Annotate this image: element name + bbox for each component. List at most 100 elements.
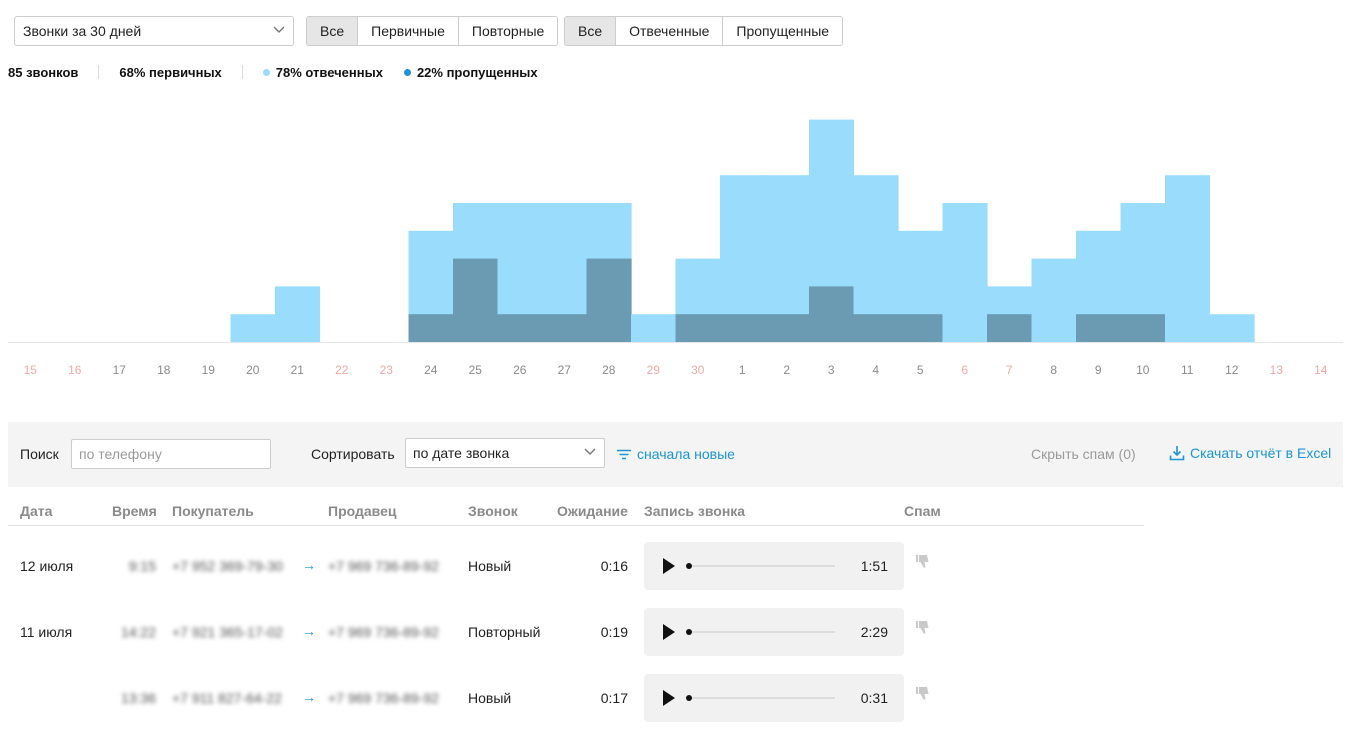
x-tick-11: 11 — [1181, 363, 1194, 377]
stats-divider — [241, 65, 243, 79]
row-time: 14:22 — [120, 624, 156, 640]
download-excel-link[interactable]: Скачать отчёт в Excel — [1169, 445, 1331, 461]
x-tick-10: 10 — [1136, 363, 1150, 377]
row-wait-time: 0:19 — [600, 624, 628, 640]
x-tick-4: 4 — [872, 363, 879, 377]
audio-progress-knob[interactable] — [686, 629, 692, 635]
x-tick-23: 23 — [380, 363, 394, 377]
thumbs-down-icon[interactable] — [916, 686, 932, 702]
audio-progress-track[interactable] — [688, 631, 835, 633]
x-tick-16: 16 — [68, 363, 82, 377]
bar-answered-20 — [230, 314, 276, 342]
thumbs-down-icon[interactable] — [916, 554, 932, 570]
x-tick-30: 30 — [691, 363, 705, 377]
audio-progress-knob[interactable] — [686, 563, 692, 569]
bar-missed-26 — [497, 314, 543, 342]
header-record: Запись звонка — [644, 503, 746, 519]
stat-total: 85 звонков — [8, 64, 79, 80]
bar-missed-24 — [408, 314, 454, 342]
x-tick-28: 28 — [602, 363, 616, 377]
filter-status-missed[interactable]: Пропущенные — [722, 17, 843, 45]
row-seller-phone: +7 969 736-89-92 — [328, 690, 439, 706]
filter-status-answered[interactable]: Отвеченные — [615, 17, 723, 45]
row-time: 13:36 — [120, 690, 156, 706]
stats-divider — [98, 65, 100, 79]
stats-summary: 85 звонков 68% первичных 78% отвеченных … — [8, 63, 538, 81]
audio-player: 1:51 — [644, 542, 904, 590]
x-tick-26: 26 — [513, 363, 527, 377]
play-icon[interactable] — [663, 624, 675, 640]
x-tick-22: 22 — [335, 363, 349, 377]
sort-order-toggle[interactable]: сначала новые — [617, 446, 735, 462]
x-tick-15: 15 — [24, 363, 38, 377]
row-date: 11 июля — [20, 624, 73, 640]
audio-duration: 2:29 — [860, 624, 888, 640]
stat-missed: 22% пропущенных — [403, 65, 538, 80]
x-tick-13: 13 — [1270, 363, 1284, 377]
bar-missed-28 — [586, 258, 632, 342]
thumbs-down-icon[interactable] — [916, 620, 932, 636]
header-date: Дата — [20, 503, 53, 519]
filter-type-primary[interactable]: Первичные — [357, 17, 458, 45]
filter-type-repeat[interactable]: Повторные — [457, 17, 558, 45]
download-icon — [1169, 446, 1185, 461]
bar-missed-9 — [1076, 314, 1122, 342]
search-label: Поиск — [20, 446, 59, 462]
row-buyer-phone: +7 952 369-79-30 — [172, 558, 283, 574]
x-tick-17: 17 — [113, 363, 127, 377]
audio-player: 0:31 — [644, 674, 904, 722]
stat-answered-label: 78% отвеченных — [275, 64, 383, 80]
audio-progress-track[interactable] — [688, 565, 835, 567]
x-tick-5: 5 — [917, 363, 924, 377]
row-seller-phone: +7 969 736-89-92 — [328, 624, 439, 640]
row-wait-time: 0:17 — [600, 690, 628, 706]
filter-status-all[interactable]: Все — [565, 17, 616, 45]
arrow-right-icon: → — [302, 557, 316, 573]
call-status-filter: Все Отвеченные Пропущенные — [564, 16, 844, 46]
bar-answered-12 — [1209, 314, 1255, 342]
bar-missed-25 — [453, 258, 499, 342]
chevron-down-icon — [273, 26, 285, 33]
period-select[interactable]: Звонки за 30 дней — [14, 16, 294, 46]
sort-select[interactable]: по дате звонка — [405, 438, 605, 468]
audio-progress-knob[interactable] — [686, 695, 692, 701]
bar-missed-30 — [675, 314, 721, 342]
answered-legend-dot — [262, 68, 270, 76]
audio-progress-track[interactable] — [688, 697, 835, 699]
play-icon[interactable] — [663, 690, 675, 706]
sort-lines-icon — [617, 449, 631, 459]
table-row: 11 июля 14:22 +7 921 365-17-02 → +7 969 … — [8, 608, 1144, 656]
bar-missed-10 — [1120, 314, 1166, 342]
row-wait-time: 0:16 — [600, 558, 628, 574]
stat-primary: 68% первичных — [119, 64, 222, 80]
audio-duration: 0:31 — [860, 690, 888, 706]
x-tick-24: 24 — [424, 363, 438, 377]
bar-missed-27 — [542, 314, 588, 342]
bar-answered-29 — [631, 314, 677, 342]
phone-search-input[interactable] — [71, 439, 271, 469]
sort-select-value: по дате звонка — [413, 445, 510, 461]
bar-missed-5 — [898, 314, 944, 342]
stat-answered: 78% отвеченных — [262, 64, 383, 80]
header-seller: Продавец — [328, 503, 397, 519]
x-tick-8: 8 — [1050, 363, 1057, 377]
calls-chart: 15 16 17 18 19 20 21 22 23 24 25 26 27 28 29 30 1 2 3 4 5 6 7 8… — [8, 119, 1343, 377]
bar-answered-8 — [1031, 258, 1077, 342]
play-icon[interactable] — [663, 558, 675, 574]
sort-order-label: сначала новые — [637, 446, 735, 462]
table-row: 12 июля 9:15 +7 952 369-79-30 → +7 969 7… — [8, 542, 1144, 590]
bar-missed-7 — [987, 314, 1033, 342]
header-call: Звонок — [468, 503, 518, 519]
table-toolbar: Поиск Сортировать по дате звонка сначала… — [8, 422, 1343, 487]
hide-spam-toggle[interactable]: Скрыть спам (0) — [1031, 446, 1136, 462]
filter-type-all[interactable]: Все — [307, 17, 358, 45]
bar-missed-4 — [853, 314, 899, 342]
x-tick-25: 25 — [469, 363, 483, 377]
x-tick-19: 19 — [202, 363, 216, 377]
bar-answered-11 — [1165, 175, 1211, 342]
x-tick-7: 7 — [1006, 363, 1013, 377]
download-excel-label: Скачать отчёт в Excel — [1190, 445, 1332, 461]
row-date: 12 июля — [20, 558, 74, 574]
header-buyer: Покупатель — [172, 503, 254, 519]
call-type-filter: Все Первичные Повторные — [306, 16, 559, 46]
